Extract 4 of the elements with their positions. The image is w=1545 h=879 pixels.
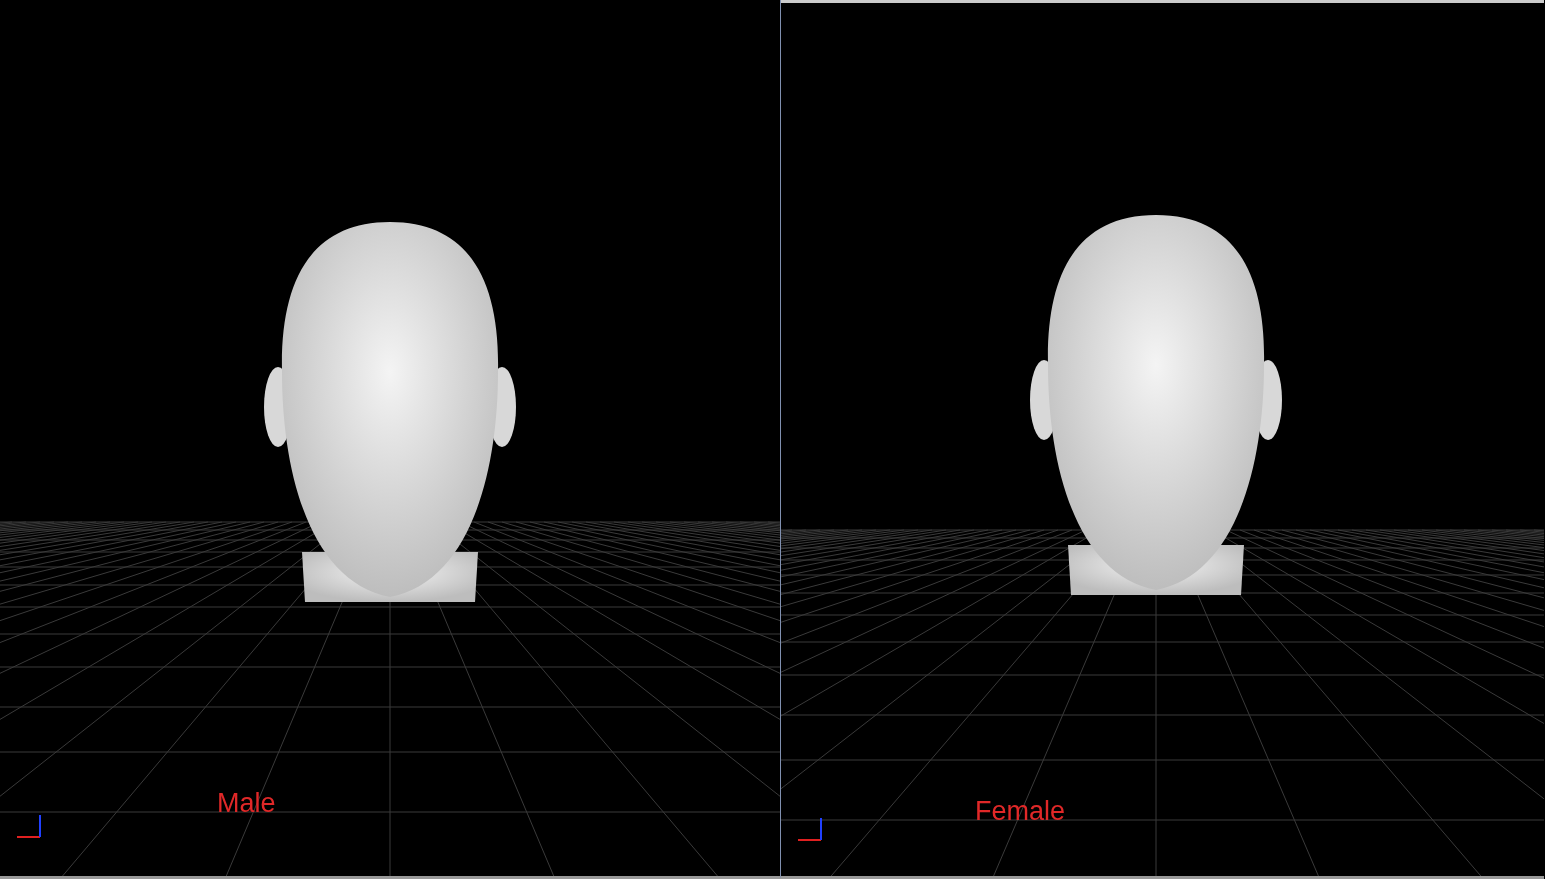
axis-icon <box>16 814 41 838</box>
model-label: Male <box>217 788 276 819</box>
axis-icon <box>797 817 822 841</box>
model-label: Female <box>975 796 1066 827</box>
